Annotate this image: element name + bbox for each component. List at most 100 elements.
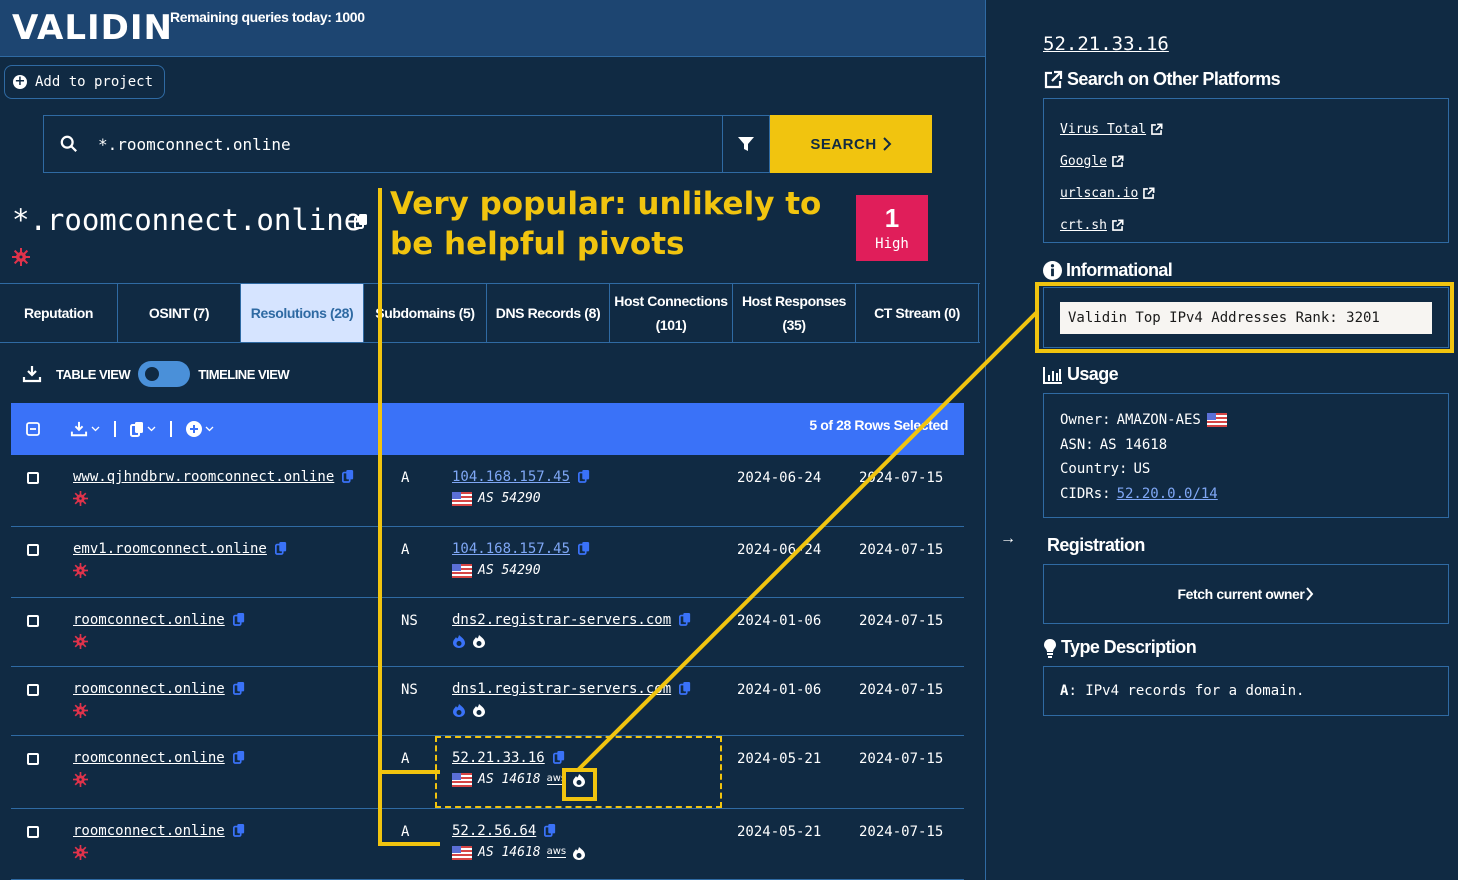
- annotation-icon-highlight: [562, 768, 597, 801]
- record-type: A: [401, 751, 410, 767]
- hostname[interactable]: roomconnect.online: [73, 612, 225, 628]
- hostname-link[interactable]: roomconnect.online: [73, 823, 245, 839]
- tab-reputation[interactable]: Reputation: [0, 284, 118, 342]
- tab-dns-records[interactable]: DNS Records (8): [487, 284, 610, 342]
- hostname[interactable]: emv1.roomconnect.online: [73, 541, 267, 557]
- informational-heading: Informational: [1043, 260, 1173, 281]
- search-input[interactable]: [98, 134, 678, 154]
- record-value[interactable]: 104.168.157.45: [452, 469, 570, 485]
- asn-info: AS 14618 aws: [452, 845, 586, 860]
- search-button[interactable]: SEARCH: [770, 115, 932, 173]
- table-row[interactable]: roomconnect.online NS dns1.registrar-serve…: [11, 667, 964, 736]
- tab-host-connections[interactable]: Host Connections (101): [610, 284, 733, 342]
- platform-link-google[interactable]: Google: [1060, 145, 1432, 177]
- hostname[interactable]: www.qjhndbrw.roomconnect.online: [73, 469, 334, 485]
- last-seen: 2024-07-15: [859, 613, 944, 629]
- table-row[interactable]: www.qjhndbrw.roomconnect.online A 104.168.…: [11, 455, 964, 527]
- table-row[interactable]: roomconnect.online NS dns2.registrar-serve…: [11, 598, 964, 667]
- tab-ct-stream[interactable]: CT Stream (0): [856, 284, 979, 342]
- tab-resolutions[interactable]: Resolutions (28): [241, 284, 364, 342]
- record-value-link[interactable]: 52.2.56.64: [452, 823, 556, 839]
- tab-bar: Reputation OSINT (7) Resolutions (28) Su…: [0, 283, 980, 343]
- copy-dropdown[interactable]: [130, 421, 156, 437]
- last-seen: 2024-07-15: [859, 682, 944, 698]
- add-to-project-button[interactable]: + Add to project: [4, 65, 165, 99]
- copy-icon[interactable]: [274, 541, 287, 555]
- row-checkbox[interactable]: [27, 544, 39, 556]
- record-value[interactable]: dns2.registrar-servers.com: [452, 612, 671, 628]
- hostname-link[interactable]: roomconnect.online: [73, 681, 245, 697]
- copy-icon[interactable]: [578, 541, 590, 555]
- record-value[interactable]: dns1.registrar-servers.com: [452, 681, 671, 697]
- record-value-link[interactable]: 104.168.157.45: [452, 541, 590, 557]
- tab-osint[interactable]: OSINT (7): [118, 284, 241, 342]
- row-checkbox[interactable]: [27, 472, 39, 484]
- copy-icon[interactable]: [232, 681, 245, 695]
- malicious-icon: [73, 845, 88, 860]
- risk-badge[interactable]: 1 High: [856, 195, 928, 261]
- plus-circle-icon: +: [13, 74, 27, 89]
- tab-host-responses[interactable]: Host Responses (35): [733, 284, 856, 342]
- asn-label: ASN:: [1060, 436, 1094, 453]
- annotation-info-highlight: [1035, 282, 1454, 353]
- row-checkbox[interactable]: [27, 826, 39, 838]
- selected-ip[interactable]: 52.21.33.16: [1043, 33, 1169, 55]
- first-seen: 2024-05-21: [737, 824, 822, 840]
- copy-icon[interactable]: [679, 681, 691, 695]
- add-dropdown[interactable]: [186, 421, 214, 437]
- export-dropdown[interactable]: [70, 421, 100, 437]
- validin-logo[interactable]: VALIDIN: [12, 8, 173, 48]
- platform-link-crtsh[interactable]: crt.sh: [1060, 209, 1432, 241]
- add-to-project-label: Add to project: [35, 74, 154, 90]
- hostname[interactable]: roomconnect.online: [73, 681, 225, 697]
- record-value[interactable]: 104.168.157.45: [452, 541, 570, 557]
- hostname[interactable]: roomconnect.online: [73, 750, 225, 766]
- first-seen: 2024-06-24: [737, 542, 822, 558]
- platform-link-urlscan[interactable]: urlscan.io: [1060, 177, 1432, 209]
- copy-icon[interactable]: [679, 612, 691, 626]
- record-value[interactable]: 52.2.56.64: [452, 823, 536, 839]
- copy-icon[interactable]: [578, 469, 590, 483]
- copy-icon[interactable]: [232, 823, 245, 837]
- record-value-link[interactable]: dns2.registrar-servers.com: [452, 612, 691, 628]
- row-checkbox[interactable]: [27, 753, 39, 765]
- tab-subdomains[interactable]: Subdomains (5): [364, 284, 487, 342]
- hostname-link[interactable]: www.qjhndbrw.roomconnect.online: [73, 469, 354, 485]
- malicious-icon: [73, 703, 88, 718]
- hostname[interactable]: roomconnect.online: [73, 823, 225, 839]
- record-type: A: [401, 542, 410, 558]
- top-bar: VALIDIN Remaining queries today: 1000: [0, 0, 985, 57]
- record-type: A: [401, 470, 410, 486]
- platform-link-virustotal[interactable]: Virus Total: [1060, 113, 1432, 145]
- deselect-all-checkbox[interactable]: [26, 422, 40, 436]
- copy-icon[interactable]: [544, 823, 556, 837]
- copy-icon[interactable]: [232, 750, 245, 764]
- row-checkbox[interactable]: [27, 615, 39, 627]
- malicious-icon: [73, 491, 88, 506]
- divider: [170, 421, 172, 437]
- hostname-link[interactable]: roomconnect.online: [73, 750, 245, 766]
- external-link-icon: [1112, 218, 1124, 231]
- table-row[interactable]: roomconnect.online A 52.2.56.64 AS 14618 aws…: [11, 809, 964, 880]
- asn-info: AS 54290: [452, 491, 541, 506]
- hostname-link[interactable]: emv1.roomconnect.online: [73, 541, 287, 557]
- record-value-link[interactable]: 104.168.157.45: [452, 469, 590, 485]
- asn-value: AS 54290: [478, 563, 541, 578]
- row-checkbox[interactable]: [27, 684, 39, 696]
- hostname-link[interactable]: roomconnect.online: [73, 612, 245, 628]
- timeline-view-label[interactable]: TIMELINE VIEW: [198, 367, 290, 382]
- platform-label: urlscan.io: [1060, 185, 1139, 201]
- view-toggle[interactable]: [138, 361, 191, 387]
- download-icon[interactable]: [22, 365, 42, 383]
- fetch-owner-button[interactable]: Fetch current owner: [1178, 586, 1315, 602]
- arrow-right-icon[interactable]: →: [1000, 530, 1016, 548]
- copy-icon[interactable]: [354, 213, 368, 229]
- copy-icon[interactable]: [342, 469, 354, 483]
- record-value-link[interactable]: dns1.registrar-servers.com: [452, 681, 691, 697]
- copy-icon[interactable]: [232, 612, 245, 626]
- result-title: *.roomconnect.online: [12, 203, 362, 237]
- table-row[interactable]: emv1.roomconnect.online A 104.168.157.45 AS…: [11, 527, 964, 598]
- table-view-label[interactable]: TABLE VIEW: [56, 367, 131, 382]
- cidr-link[interactable]: 52.20.0.0/14: [1117, 486, 1218, 502]
- filter-button[interactable]: [722, 115, 770, 173]
